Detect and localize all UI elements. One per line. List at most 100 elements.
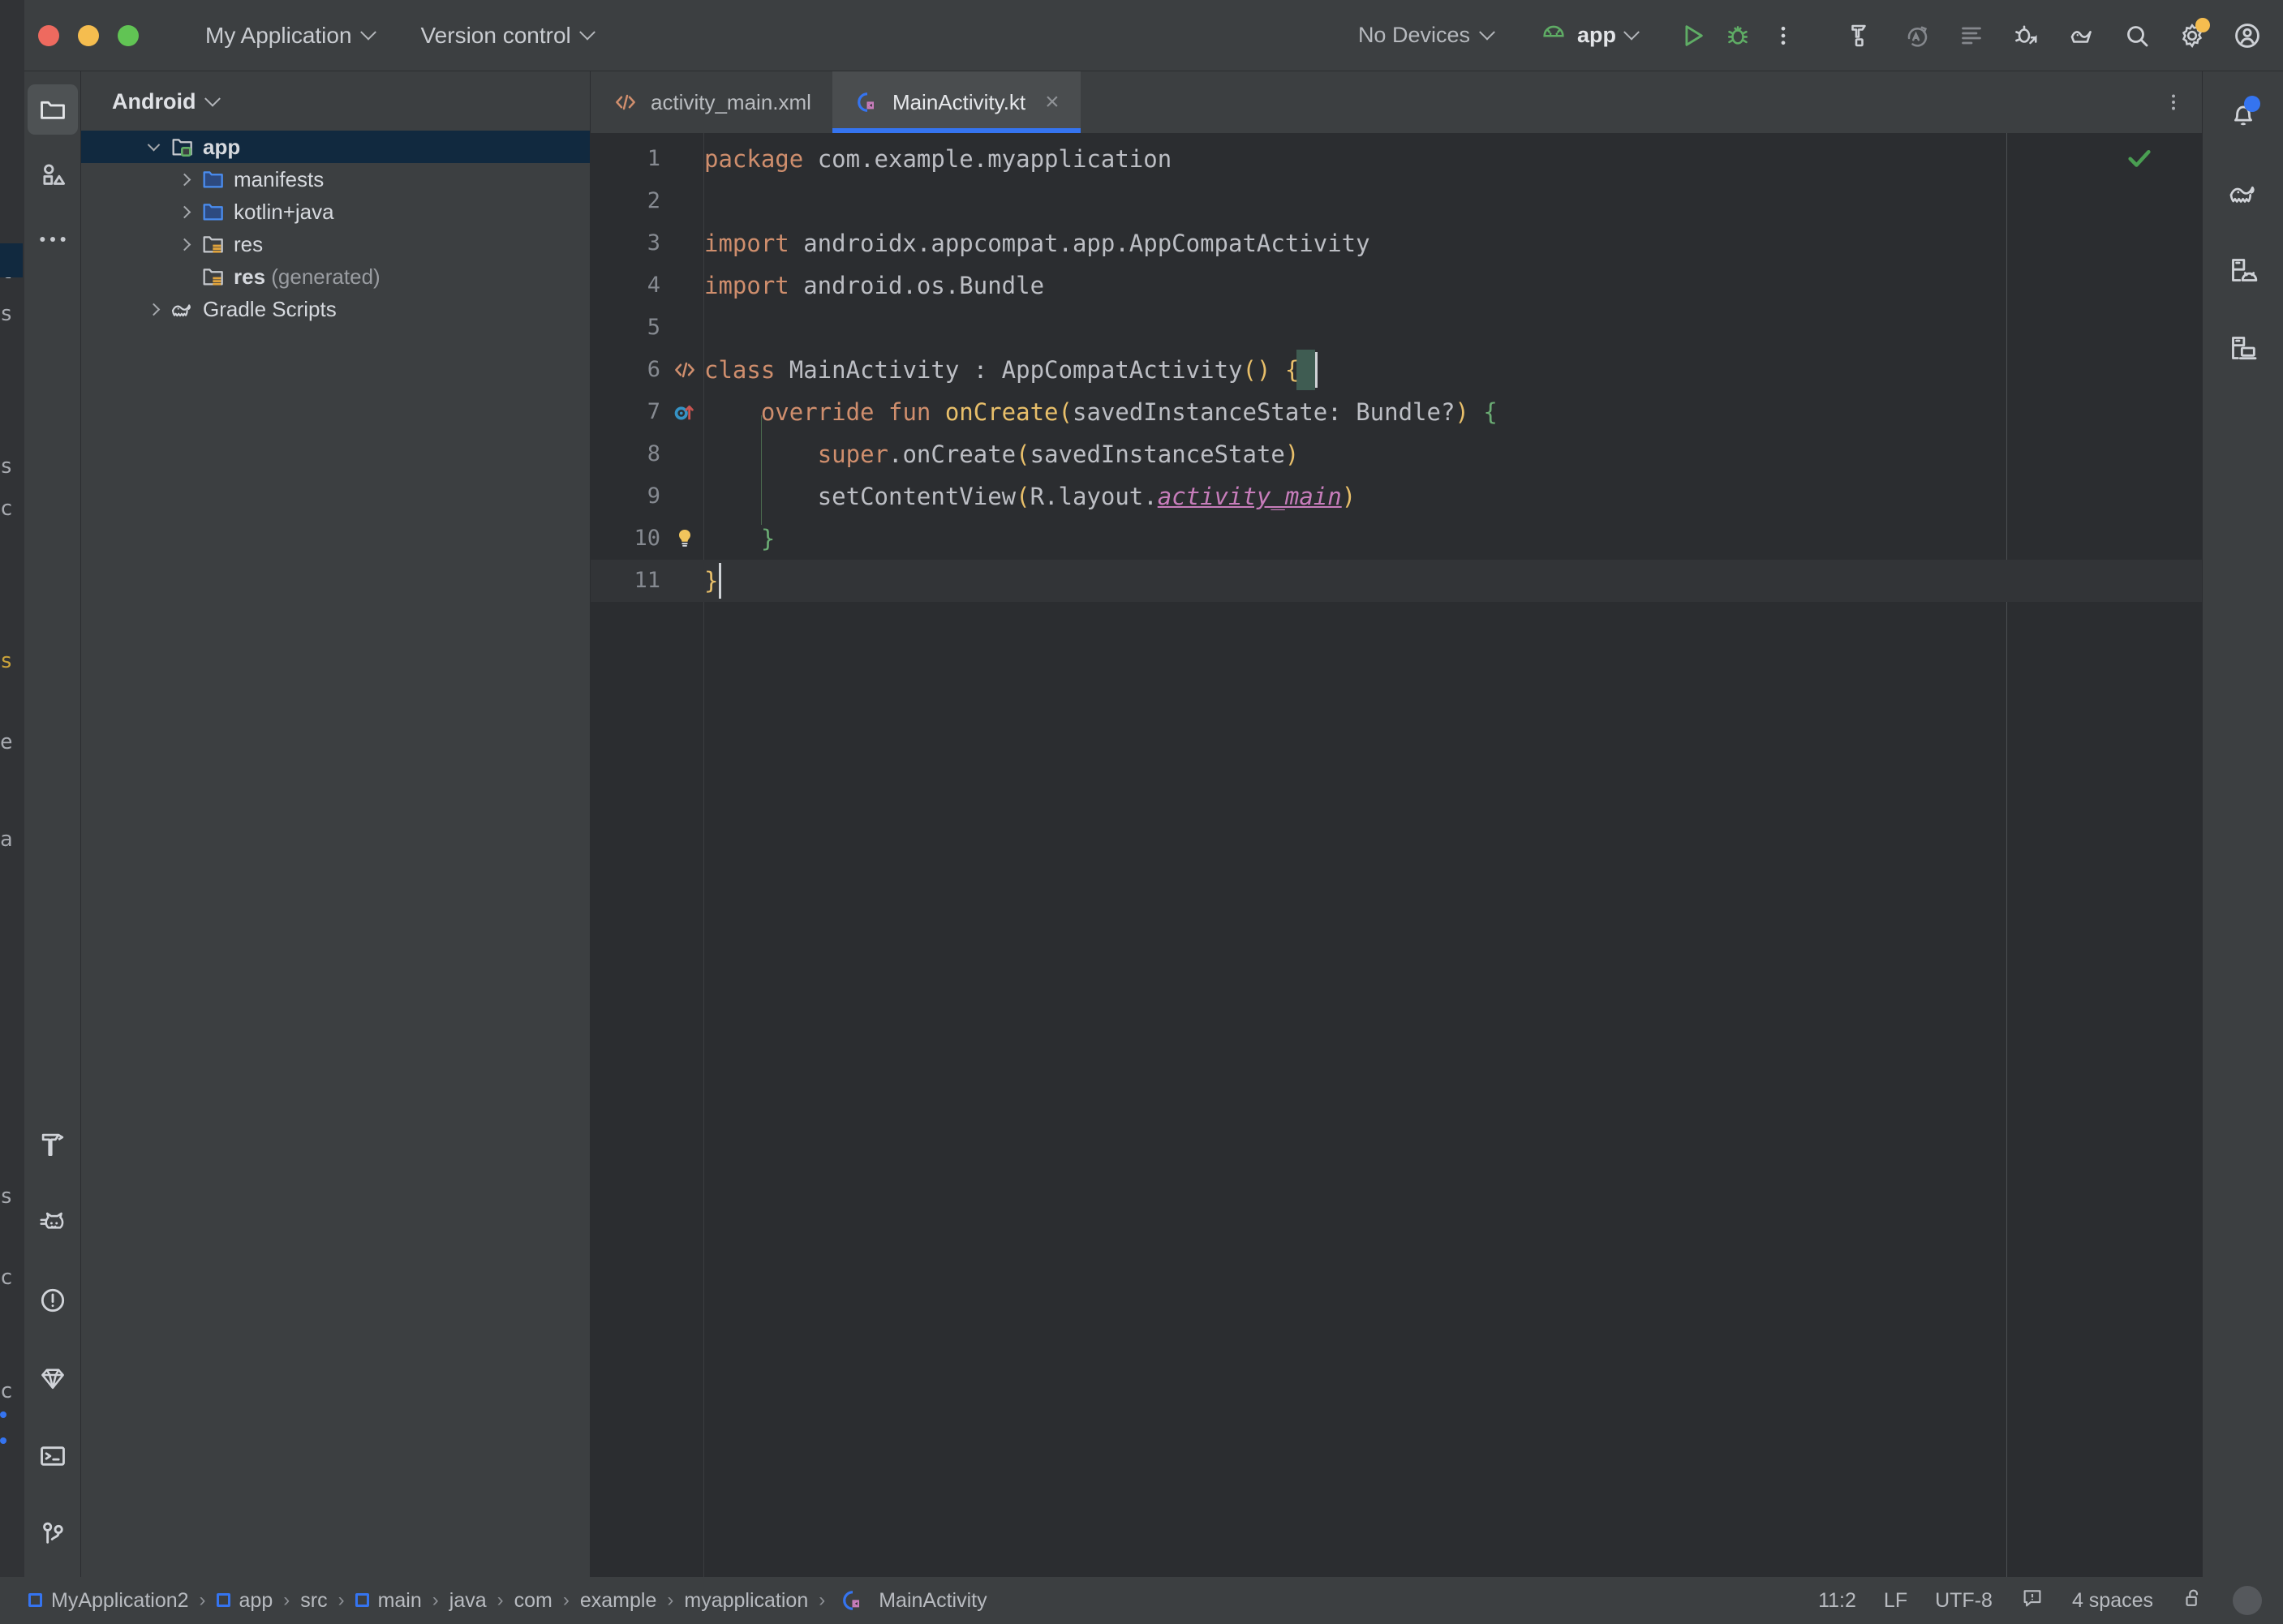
breadcrumb-label: example bbox=[579, 1588, 657, 1612]
status-bar: MyApplication2 › app › src › main › java › com › exa… bbox=[0, 1577, 2283, 1624]
project-tree[interactable]: app manifests kotlin+java res res (generated… bbox=[81, 126, 590, 325]
code-token: AppCompatActivity bbox=[1001, 356, 1243, 384]
close-window-button[interactable] bbox=[38, 24, 59, 46]
tree-node-res[interactable]: res bbox=[81, 228, 590, 260]
toolbar-right-icons bbox=[1838, 13, 2270, 58]
version-control-menu-button[interactable]: Version control bbox=[406, 17, 608, 54]
code-line[interactable]: import android.os.Bundle bbox=[704, 264, 1044, 307]
sidebar-item-logcat[interactable] bbox=[28, 1197, 78, 1248]
breadcrumb-item[interactable]: main bbox=[348, 1589, 429, 1613]
code-line[interactable]: override fun onCreate(savedInstanceState… bbox=[704, 391, 1498, 433]
code-line[interactable]: class MainActivity : AppCompatActivity()… bbox=[704, 349, 1299, 391]
code-token: import bbox=[704, 230, 804, 257]
inspection-icon[interactable] bbox=[2020, 1586, 2044, 1616]
breadcrumb-separator: › bbox=[667, 1589, 674, 1611]
breadcrumb-label: java bbox=[449, 1588, 487, 1612]
sidebar-item-profiler[interactable] bbox=[28, 1353, 78, 1403]
debug-button[interactable] bbox=[1715, 13, 1761, 58]
left-activity-bar bbox=[24, 71, 81, 1577]
intention-bulb-icon[interactable] bbox=[667, 518, 703, 560]
logcat-icon[interactable] bbox=[1949, 13, 1994, 58]
notifications-icon[interactable] bbox=[2218, 89, 2268, 140]
caret-position[interactable]: 11:2 bbox=[1818, 1589, 1856, 1613]
code-editor[interactable]: 1 package com.example.myapplication 2 3 impo… bbox=[591, 133, 2202, 1577]
breadcrumb[interactable]: MyApplication2 › app › src › main › java › com › exa… bbox=[21, 1588, 995, 1613]
code-line[interactable]: import androidx.appcompat.app.AppCompatA… bbox=[704, 222, 1370, 264]
project-view-selector[interactable]: Android bbox=[81, 71, 590, 126]
avatar[interactable] bbox=[2233, 1586, 2262, 1615]
code-class-icon[interactable] bbox=[667, 349, 703, 391]
maximize-window-button[interactable] bbox=[118, 24, 139, 46]
breadcrumb-item[interactable]: com bbox=[507, 1589, 560, 1613]
breadcrumb-item[interactable]: src bbox=[293, 1589, 334, 1613]
apply-changes-icon[interactable] bbox=[1894, 13, 1939, 58]
editor-options-button[interactable] bbox=[2163, 71, 2184, 133]
settings-icon[interactable] bbox=[2169, 13, 2215, 58]
tree-node-app[interactable]: app bbox=[81, 131, 590, 163]
chevron-right-icon[interactable] bbox=[172, 205, 196, 218]
run-button[interactable] bbox=[1670, 13, 1715, 58]
breadcrumb-item[interactable]: java bbox=[442, 1589, 494, 1613]
device-manager-icon[interactable] bbox=[2218, 245, 2268, 295]
debug-bridge-icon[interactable] bbox=[2004, 13, 2049, 58]
sidebar-item-more-tool-windows[interactable] bbox=[28, 214, 78, 264]
editor-tab-mainactivity-kt[interactable]: MainActivity.kt × bbox=[832, 71, 1081, 133]
sidebar-item-resource-manager[interactable] bbox=[28, 149, 78, 200]
sidebar-item-build[interactable] bbox=[28, 1119, 78, 1170]
code-token: { bbox=[1483, 398, 1498, 426]
project-menu-button[interactable]: My Application bbox=[191, 17, 389, 54]
lock-open-icon[interactable] bbox=[2181, 1586, 2205, 1616]
editor-tab-activity-main-xml[interactable]: activity_main.xml bbox=[591, 71, 832, 133]
running-devices-icon[interactable] bbox=[2218, 323, 2268, 373]
window-controls[interactable] bbox=[38, 24, 139, 46]
breadcrumb-separator: › bbox=[432, 1589, 439, 1611]
chevron-right-icon[interactable] bbox=[172, 173, 196, 186]
breadcrumb-item[interactable]: example bbox=[573, 1589, 664, 1613]
more-actions-button[interactable] bbox=[1761, 13, 1806, 58]
code-line[interactable]: setContentView(R.layout.activity_main) bbox=[704, 475, 1356, 518]
sidebar-item-terminal[interactable] bbox=[28, 1431, 78, 1481]
gradle-icon[interactable] bbox=[2218, 167, 2268, 217]
android-studio-window: t s s c s e a s c c My Application Versi… bbox=[0, 0, 2283, 1624]
sidebar-item-version-control[interactable] bbox=[28, 1509, 78, 1559]
encoding[interactable]: UTF-8 bbox=[1935, 1589, 1993, 1613]
code-line[interactable]: } bbox=[704, 560, 718, 602]
code-token: setContentView bbox=[817, 483, 1017, 510]
module-icon bbox=[28, 1589, 42, 1613]
breadcrumb-item[interactable]: myapplication bbox=[677, 1589, 815, 1613]
search-icon[interactable] bbox=[2114, 13, 2160, 58]
indent-setting[interactable]: 4 spaces bbox=[2072, 1589, 2153, 1613]
line-separator[interactable]: LF bbox=[1884, 1589, 1907, 1613]
run-configuration-selector[interactable]: app bbox=[1528, 12, 1649, 58]
sidebar-item-project[interactable] bbox=[27, 84, 78, 135]
device-selector[interactable]: No Devices bbox=[1347, 16, 1504, 54]
code-line[interactable]: package com.example.myapplication bbox=[704, 138, 1172, 180]
breadcrumb-item[interactable]: MainActivity bbox=[828, 1588, 994, 1613]
breadcrumb-item[interactable]: app bbox=[209, 1589, 281, 1613]
override-method-icon[interactable] bbox=[667, 391, 703, 433]
code-line[interactable]: } bbox=[704, 518, 775, 560]
android-robot-icon bbox=[1540, 19, 1567, 52]
tree-node-label: Gradle Scripts bbox=[203, 296, 337, 321]
chevron-down-icon[interactable] bbox=[141, 138, 166, 152]
code-token: savedInstanceState bbox=[1072, 398, 1328, 426]
chevron-right-icon[interactable] bbox=[172, 238, 196, 251]
code-line[interactable]: super.onCreate(savedInstanceState) bbox=[704, 433, 1300, 475]
breadcrumb-label: myapplication bbox=[684, 1588, 809, 1612]
minimize-window-button[interactable] bbox=[78, 24, 99, 46]
breadcrumb-item[interactable]: MyApplication2 bbox=[21, 1589, 196, 1613]
code-token: ) bbox=[1284, 440, 1300, 468]
sidebar-item-problems[interactable] bbox=[28, 1275, 78, 1325]
tree-node-gradle-scripts[interactable]: Gradle Scripts bbox=[81, 293, 590, 325]
tree-node-label: app bbox=[203, 134, 241, 159]
account-icon[interactable] bbox=[2225, 13, 2270, 58]
inspection-status-ok-icon[interactable] bbox=[2126, 144, 2153, 176]
build-icon[interactable] bbox=[1838, 13, 1884, 58]
tree-node-kotlin-java[interactable]: kotlin+java bbox=[81, 195, 590, 228]
chevron-right-icon[interactable] bbox=[141, 303, 166, 316]
tree-node-res[interactable]: res (generated) bbox=[81, 260, 590, 293]
device-manager-icon[interactable] bbox=[2059, 13, 2105, 58]
tree-node-manifests[interactable]: manifests bbox=[81, 163, 590, 195]
close-icon[interactable]: × bbox=[1045, 88, 1060, 116]
code-token: MainActivity bbox=[789, 356, 960, 384]
